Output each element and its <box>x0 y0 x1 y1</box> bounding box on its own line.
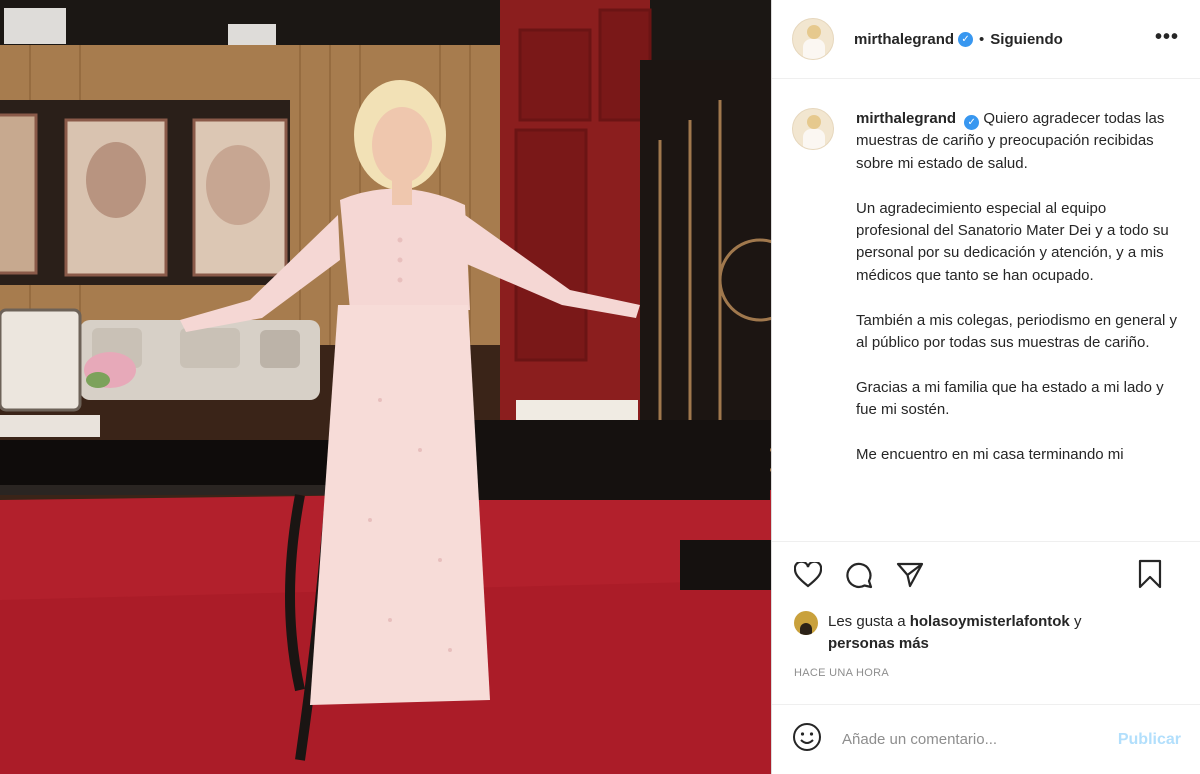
more-options-icon[interactable]: ••• <box>1155 26 1179 49</box>
liker-username[interactable]: holasoymisterlafontok <box>910 613 1070 630</box>
heart-icon[interactable] <box>792 559 824 591</box>
caption-body: Quiero agradecer todas las muestras de c… <box>856 110 1177 464</box>
publish-button[interactable]: Publicar <box>1118 731 1181 749</box>
likes-summary: Les gusta a holasoymisterlafontok y pers… <box>794 611 1174 655</box>
likes-text: Les gusta a holasoymisterlafontok y pers… <box>828 611 1081 655</box>
post-actions-bar <box>772 541 1200 608</box>
liker-avatar[interactable] <box>794 611 818 635</box>
likes-others-link[interactable]: personas más <box>828 635 929 652</box>
emoji-icon[interactable] <box>792 722 822 757</box>
caption-text: mirthalegrand ✓ Quiero agradecer todas l… <box>856 108 1181 541</box>
separator-dot: • <box>979 30 985 48</box>
photo-illustration <box>0 0 771 774</box>
likes-suffix: y <box>1069 613 1082 630</box>
verified-badge-icon: ✓ <box>964 115 980 130</box>
likes-prefix: Les gusta a <box>828 613 910 630</box>
caption-section: mirthalegrand ✓ Quiero agradecer todas l… <box>772 80 1200 541</box>
post-photo[interactable] <box>0 0 771 774</box>
follow-status-button[interactable]: Siguiendo <box>990 31 1063 48</box>
paper-plane-icon[interactable] <box>894 559 926 591</box>
comment-bar: Añade un comentario... Publicar <box>772 704 1200 774</box>
bookmark-icon[interactable] <box>1134 558 1166 590</box>
comment-input[interactable]: Añade un comentario... <box>842 731 1118 748</box>
post-header: mirthalegrand ✓ • Siguiendo ••• <box>772 0 1200 79</box>
avatar[interactable] <box>792 108 834 150</box>
caption-username[interactable]: mirthalegrand <box>856 110 956 127</box>
comment-icon[interactable] <box>843 559 875 591</box>
post-timestamp[interactable]: HACE UNA HORA <box>794 667 889 679</box>
avatar[interactable] <box>792 18 834 60</box>
verified-badge-icon: ✓ <box>958 31 974 47</box>
post-side-panel: mirthalegrand ✓ • Siguiendo ••• mirthale… <box>771 0 1200 774</box>
author-username[interactable]: mirthalegrand <box>854 31 954 48</box>
